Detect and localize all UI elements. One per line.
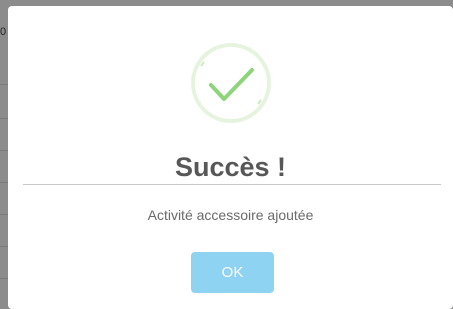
background-row-divider	[0, 150, 8, 151]
background-row-divider	[0, 246, 8, 247]
title-divider	[23, 184, 441, 185]
dialog-title: Succès !	[174, 152, 287, 182]
success-dialog: Succès ! Activité accessoire ajoutée OK	[8, 6, 453, 309]
dialog-message: Activité accessoire ajoutée	[147, 207, 314, 223]
background-row-divider	[0, 118, 8, 119]
background-row-divider	[0, 278, 8, 279]
success-checkmark-icon	[190, 42, 272, 124]
background-row-divider	[0, 182, 8, 183]
background-row-divider	[0, 214, 8, 215]
background-row-divider	[0, 84, 8, 85]
ok-button[interactable]: OK	[191, 252, 274, 293]
background-text-fragment: 0	[0, 26, 7, 38]
